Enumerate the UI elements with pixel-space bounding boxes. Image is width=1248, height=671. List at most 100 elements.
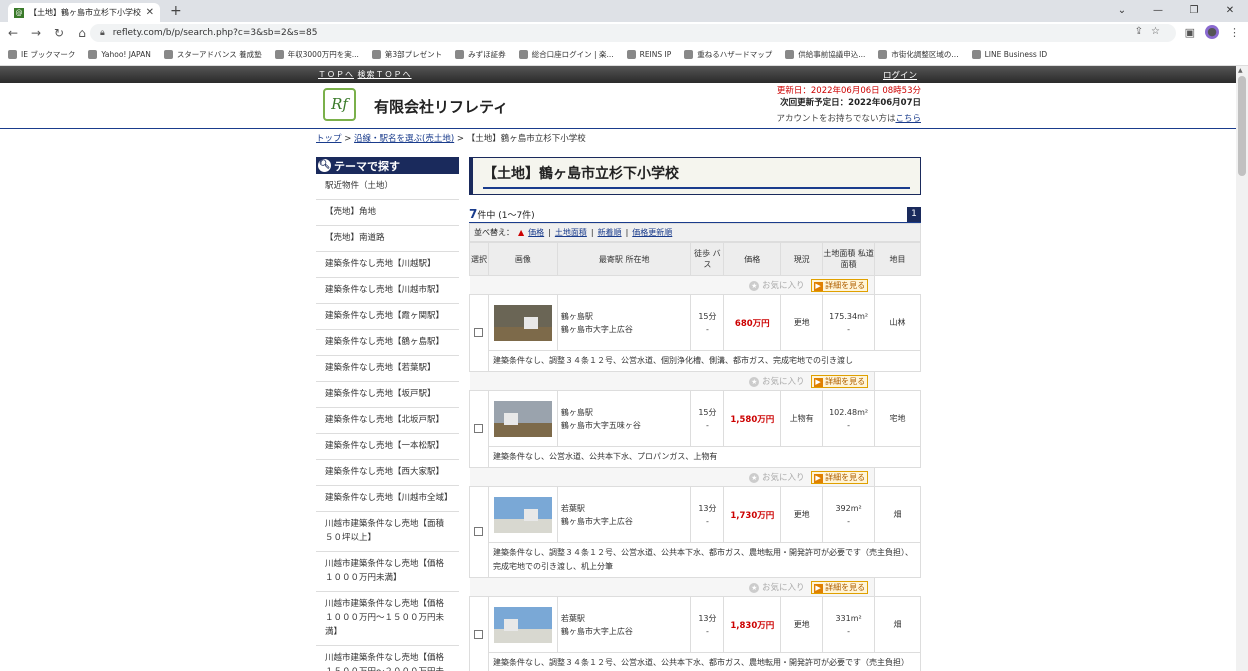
select-checkbox[interactable]	[474, 629, 484, 639]
sidebar-item[interactable]: 【売地】角地	[316, 200, 459, 226]
detail-button[interactable]: ▶ 詳細を見る	[810, 580, 869, 594]
sidebar-item[interactable]: 建築条件なし売地【坂戸駅】	[316, 382, 459, 408]
browser-tab[interactable]: @ 【土地】鶴ヶ島市立杉下小学校の売 ✕	[8, 3, 160, 22]
page-number[interactable]: 1	[907, 207, 921, 222]
favorite-button[interactable]: ★ お気に入り	[749, 472, 805, 483]
breadcrumb-home[interactable]: トップ	[316, 134, 342, 144]
detail-button[interactable]: ▶ 詳細を見る	[810, 374, 869, 388]
address-bar[interactable]: 🔒︎ reflety.com/b/p/search.php?c=3&sb=2&s…	[90, 24, 1176, 42]
scroll-thumb[interactable]	[1238, 76, 1246, 176]
sidebar-item[interactable]: 建築条件なし売地【西大家駅】	[316, 460, 459, 486]
walk-time: 15分	[698, 407, 717, 417]
breadcrumb-current: 【土地】鶴ヶ島市立杉下小学校	[466, 134, 586, 144]
select-checkbox[interactable]	[474, 327, 484, 337]
bookmark-item[interactable]: Yahoo! JAPAN	[88, 50, 151, 59]
login-link[interactable]: ログイン	[883, 71, 917, 81]
company-name[interactable]: 有限会社リフレティ	[374, 96, 508, 117]
status: 上物有	[789, 414, 814, 423]
bookmark-item[interactable]: IE ブックマーク	[8, 49, 75, 60]
header-status: 現況	[780, 242, 824, 276]
bookmark-favicon-icon	[8, 50, 17, 59]
forward-icon[interactable]: →	[26, 26, 46, 40]
breadcrumb-route[interactable]: 沿線・駅名を選ぶ(売土地)	[354, 134, 454, 144]
sort-new[interactable]: 新着順	[598, 227, 622, 238]
detail-button[interactable]: ▶ 詳細を見る	[810, 278, 869, 292]
page-title-box: 【土地】鶴ヶ島市立杉下小学校	[469, 157, 921, 195]
sort-price[interactable]: 価格	[528, 227, 544, 238]
new-tab-icon[interactable]: +	[170, 3, 182, 19]
minimize-icon[interactable]: —	[1140, 0, 1176, 22]
sort-price-update[interactable]: 価格更新順	[632, 227, 672, 238]
share-star-icons[interactable]: ⇪☆	[1135, 26, 1168, 37]
bookmark-item[interactable]: 第3部プレゼント	[371, 49, 442, 60]
sidebar-item[interactable]: 建築条件なし売地【川越市駅】	[316, 278, 459, 304]
browser-tab-strip: @ 【土地】鶴ヶ島市立杉下小学校の売 ✕ + ⌄ — ❐ ✕	[0, 0, 1248, 22]
land-type: 畑	[893, 510, 902, 519]
price: 680万円	[734, 318, 770, 329]
address: 鶴ヶ島市大字上広谷	[560, 324, 633, 334]
sidebar-item[interactable]: 建築条件なし売地【一本松駅】	[316, 434, 459, 460]
sidebar-item[interactable]: 駅近物件（土地）	[316, 174, 459, 200]
bookmark-item[interactable]: LINE Business ID	[971, 50, 1047, 59]
tab-search-icon[interactable]: ⌄	[1104, 0, 1140, 22]
private-road-area: -	[847, 324, 851, 334]
listing-actions-row: ★ お気に入り ▶ 詳細を見る	[469, 467, 921, 487]
close-window-icon[interactable]: ✕	[1212, 0, 1248, 22]
favorite-button[interactable]: ★ お気に入り	[749, 376, 805, 387]
bookmark-item[interactable]: 年収3000万円を実...	[274, 49, 359, 60]
property-photo[interactable]	[493, 606, 552, 643]
favorite-button[interactable]: ★ お気に入り	[749, 582, 805, 593]
sort-area[interactable]: 土地面積	[555, 227, 587, 238]
arrow-icon: ▶	[813, 583, 823, 593]
listing-description: 建築条件なし、調整３４条１２号、公営水道、公共本下水、都市ガス、農地転用・開発許…	[487, 652, 922, 671]
header-landtype: 地目	[874, 242, 921, 276]
header-select: 選択	[469, 242, 489, 276]
bookmark-item[interactable]: 市街化調整区域の...	[878, 49, 959, 60]
sidebar-item[interactable]: 建築条件なし売地【鶴ヶ島駅】	[316, 330, 459, 356]
page-title: 【土地】鶴ヶ島市立杉下小学校	[483, 163, 910, 189]
home-icon[interactable]: ⌂	[72, 26, 92, 40]
company-logo[interactable]: Rf	[323, 88, 356, 121]
bookmark-item[interactable]: みずほ証券	[455, 49, 506, 60]
menu-icon[interactable]: ⋮	[1229, 26, 1240, 39]
property-photo[interactable]	[493, 496, 552, 533]
sidebar-item[interactable]: 建築条件なし売地【霞ヶ関駅】	[316, 304, 459, 330]
bus-time: -	[705, 516, 709, 526]
sidebar-item[interactable]: 【売地】南道路	[316, 226, 459, 252]
land-area: 175.34m²	[829, 311, 869, 321]
property-photo[interactable]	[493, 304, 552, 341]
side-panel-icon[interactable]: ▣	[1185, 26, 1195, 39]
bookmark-item[interactable]: 重ねるハザードマップ	[684, 49, 772, 60]
profile-avatar[interactable]: ●	[1205, 25, 1219, 39]
reload-icon[interactable]: ↻	[49, 26, 69, 40]
bookmark-item[interactable]: REINS IP	[626, 50, 671, 59]
status: 更地	[793, 318, 810, 327]
bookmark-item[interactable]: 総合口座ログイン | 楽...	[518, 49, 614, 60]
listing-description: 建築条件なし、調整３４条１２号、公営水道、個別浄化槽、側溝、都市ガス、完成宅地で…	[487, 350, 922, 372]
bookmark-item[interactable]: 供給事前協議申込...	[785, 49, 865, 60]
select-checkbox[interactable]	[474, 423, 484, 433]
search-top-link[interactable]: 検索ＴＯＰへ	[358, 70, 412, 79]
lock-icon[interactable]: 🔒︎	[100, 28, 105, 38]
sidebar-item[interactable]: 建築条件なし売地【川越市全域】	[316, 486, 459, 512]
tab-close-icon[interactable]: ✕	[146, 7, 154, 18]
scrollbar[interactable]: ▲	[1236, 66, 1248, 671]
sidebar-item[interactable]: 建築条件なし売地【川越駅】	[316, 252, 459, 278]
sidebar-item[interactable]: 川越市建築条件なし売地【面積５０坪以上】	[316, 512, 459, 552]
top-link[interactable]: ＴＯＰへ	[318, 70, 354, 79]
property-photo[interactable]	[493, 400, 552, 437]
sidebar-item[interactable]: 建築条件なし売地【北坂戸駅】	[316, 408, 459, 434]
favorite-button[interactable]: ★ お気に入り	[749, 280, 805, 291]
sidebar-item[interactable]: 川越市建築条件なし売地【価格１０００万円未満】	[316, 552, 459, 592]
sidebar-item[interactable]: 建築条件なし売地【若葉駅】	[316, 356, 459, 382]
restore-icon[interactable]: ❐	[1176, 0, 1212, 22]
detail-button[interactable]: ▶ 詳細を見る	[810, 470, 869, 484]
sidebar-item[interactable]: 川越市建築条件なし売地【価格１５００万円～２０００万円未満】	[316, 646, 459, 671]
select-checkbox[interactable]	[474, 526, 484, 536]
bookmark-item[interactable]: スターアドバンス 養成塾	[163, 49, 262, 60]
account-link[interactable]: こちら	[895, 114, 921, 124]
back-icon[interactable]: ←	[3, 26, 23, 40]
sidebar-item[interactable]: 川越市建築条件なし売地【価格１０００万円～１５００万円未満】	[316, 592, 459, 646]
bookmark-favicon-icon	[88, 50, 98, 59]
scroll-up-icon[interactable]: ▲	[1238, 67, 1243, 74]
